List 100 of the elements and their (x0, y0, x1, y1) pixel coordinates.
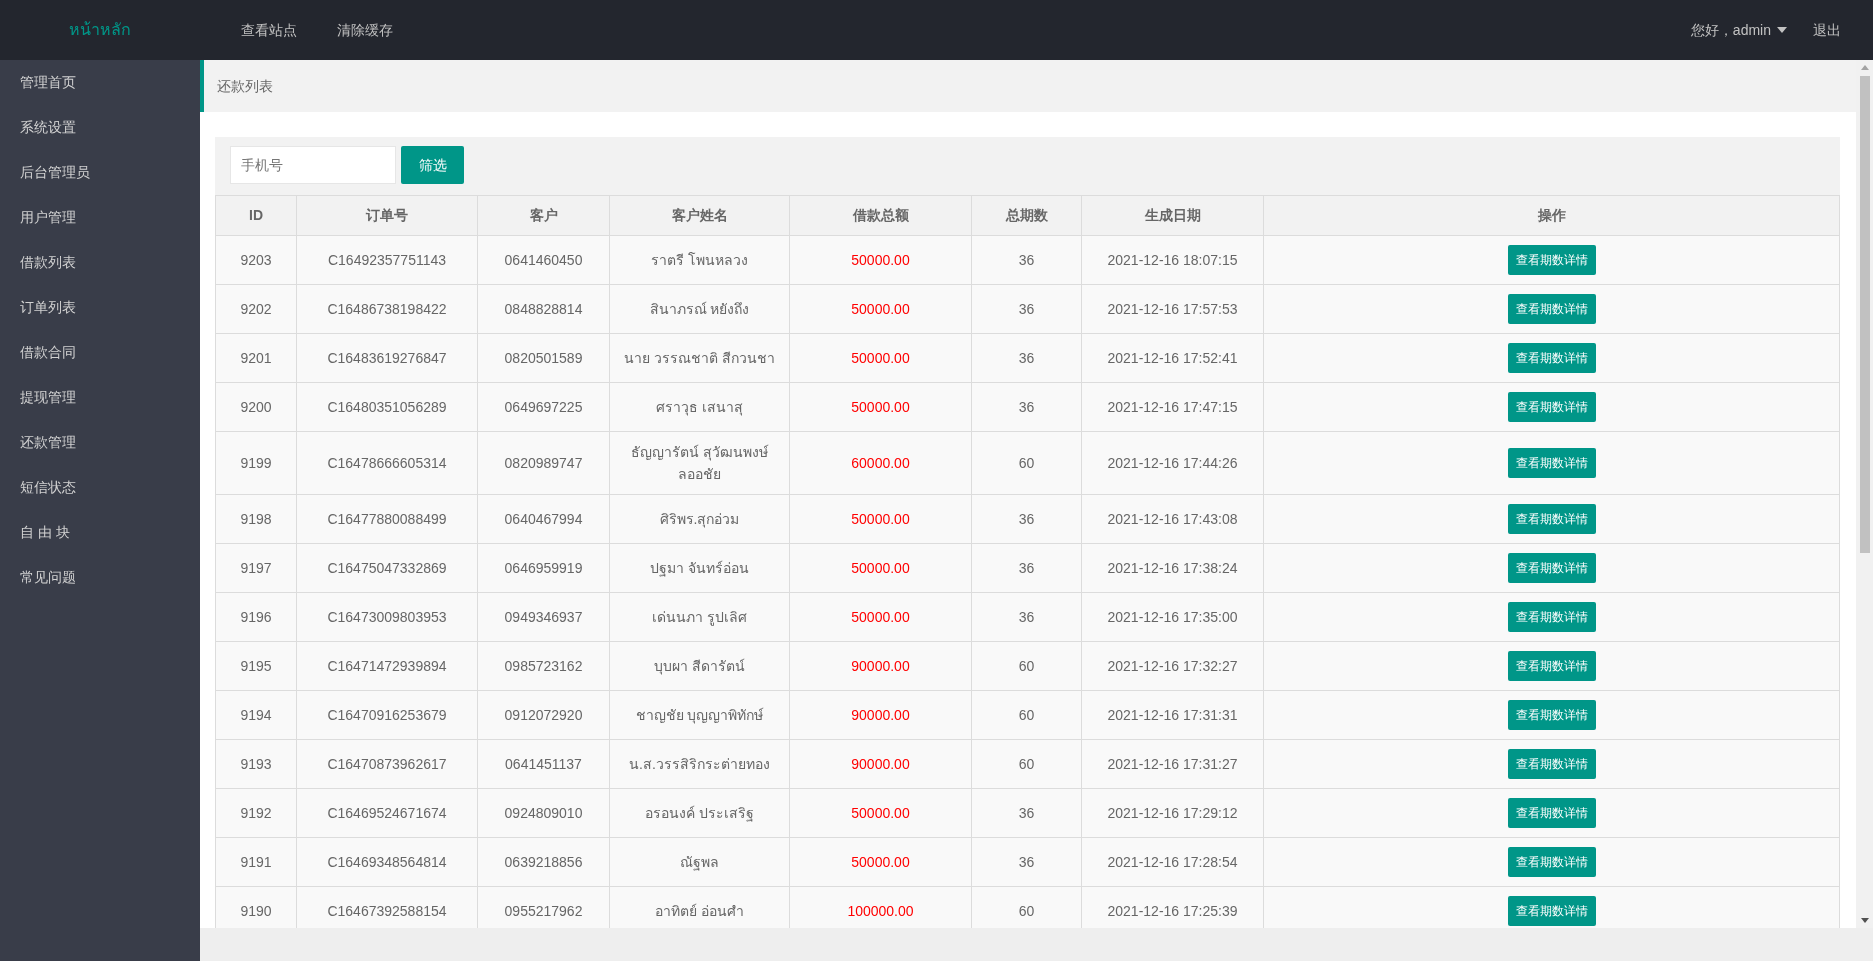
sidebar-item[interactable]: 用户管理 (0, 195, 200, 240)
sidebar-item[interactable]: 自 由 块 (0, 510, 200, 555)
scrollbar[interactable] (1856, 60, 1873, 928)
table-cell: 2021-12-16 17:29:12 (1081, 788, 1264, 838)
column-header: 订单号 (296, 195, 478, 236)
table-cell: 9200 (215, 382, 297, 432)
table-cell: 0955217962 (477, 886, 610, 928)
table-cell: 2021-12-16 18:07:15 (1081, 235, 1264, 285)
table-cell: 90000.00 (789, 641, 972, 691)
logout-link[interactable]: 退出 (1801, 0, 1853, 60)
sidebar-item[interactable]: 借款列表 (0, 240, 200, 285)
sidebar-item[interactable]: 还款管理 (0, 420, 200, 465)
column-header: 客户姓名 (609, 195, 790, 236)
table-cell: 0924809010 (477, 788, 610, 838)
nav-link[interactable]: 查看站点 (221, 0, 317, 60)
filter-button[interactable]: 筛选 (401, 146, 464, 184)
table-cell: C16477880088499 (296, 494, 478, 544)
table-cell: 9202 (215, 284, 297, 334)
column-header: 借款总额 (789, 195, 972, 236)
view-details-button[interactable]: 查看期数详情 (1507, 847, 1596, 877)
table-cell: 36 (971, 788, 1082, 838)
table-cell: 90000.00 (789, 690, 972, 740)
table-cell: อรอนงค์ ประเสริฐ (609, 788, 790, 838)
table-cell: 50000.00 (789, 284, 972, 334)
view-details-button[interactable]: 查看期数详情 (1507, 343, 1596, 373)
sidebar-item[interactable]: 系统设置 (0, 105, 200, 150)
nav-link[interactable]: 清除缓存 (317, 0, 413, 60)
sidebar-item[interactable]: 常见问题 (0, 555, 200, 600)
table-cell: อาทิตย์ อ่อนศำ (609, 886, 790, 928)
table-cell: 36 (971, 333, 1082, 383)
table-cell: 9191 (215, 837, 297, 887)
scrollbar-thumb[interactable] (1859, 76, 1870, 553)
sidebar-item[interactable]: 订单列表 (0, 285, 200, 330)
table-cell: 2021-12-16 17:32:27 (1081, 641, 1264, 691)
table-cell: C16471472939894 (296, 641, 478, 691)
view-details-button[interactable]: 查看期数详情 (1507, 448, 1596, 478)
table-cell: 36 (971, 284, 1082, 334)
table-cell: C16475047332869 (296, 543, 478, 593)
sidebar-item[interactable]: 后台管理员 (0, 150, 200, 195)
view-details-button[interactable]: 查看期数详情 (1507, 553, 1596, 583)
table-cell: 0820989747 (477, 431, 610, 495)
sidebar-item[interactable]: 借款合同 (0, 330, 200, 375)
table-cell: 50000.00 (789, 333, 972, 383)
table-cell: 2021-12-16 17:47:15 (1081, 382, 1264, 432)
view-details-button[interactable]: 查看期数详情 (1507, 504, 1596, 534)
table-cell: ปฐมา จันทร์อ่อน (609, 543, 790, 593)
view-details-button[interactable]: 查看期数详情 (1507, 749, 1596, 779)
table-cell: 9197 (215, 543, 297, 593)
scroll-down-icon[interactable] (1860, 918, 1869, 923)
view-details-button[interactable]: 查看期数详情 (1507, 896, 1596, 926)
table-cell: C16478666605314 (296, 431, 478, 495)
table-cell: 9194 (215, 690, 297, 740)
user-menu[interactable]: 您好，admin (1676, 0, 1801, 60)
table-cell: 2021-12-16 17:43:08 (1081, 494, 1264, 544)
logo-link[interactable]: หน้าหลัก (69, 18, 131, 42)
table-cell: 9193 (215, 739, 297, 789)
table-cell: สินาภรณ์ หยังถึง (609, 284, 790, 334)
view-details-button[interactable]: 查看期数详情 (1507, 700, 1596, 730)
table-cell: 36 (971, 494, 1082, 544)
column-header: 操作 (1263, 195, 1840, 236)
table-cell: C16483619276847 (296, 333, 478, 383)
table-cell: 36 (971, 837, 1082, 887)
table-cell: 9198 (215, 494, 297, 544)
table-cell: เด่นนภา รูปเลิศ (609, 592, 790, 642)
table-cell: ชาญชัย บุญญาพิทักษ์ (609, 690, 790, 740)
table-cell: 50000.00 (789, 235, 972, 285)
view-details-button[interactable]: 查看期数详情 (1507, 602, 1596, 632)
view-details-button[interactable]: 查看期数详情 (1507, 798, 1596, 828)
table-cell: ศราวุธ เสนาสุ (609, 382, 790, 432)
table-cell: 50000.00 (789, 382, 972, 432)
view-details-button[interactable]: 查看期数详情 (1507, 392, 1596, 422)
table-cell: 2021-12-16 17:44:26 (1081, 431, 1264, 495)
sidebar-item[interactable]: 管理首页 (0, 60, 200, 105)
scroll-up-icon[interactable] (1860, 65, 1869, 70)
table-cell: 50000.00 (789, 543, 972, 593)
table-cell: 0641460450 (477, 235, 610, 285)
phone-input[interactable]: 手机号 (230, 146, 396, 184)
column-header: ID (215, 195, 297, 236)
table-cell: C16470916253679 (296, 690, 478, 740)
column-header: 总期数 (971, 195, 1082, 236)
table-cell: 90000.00 (789, 739, 972, 789)
table-cell: บุบผา สีดารัตน์ (609, 641, 790, 691)
table-cell: น.ส.วรรสิริกระต่ายทอง (609, 739, 790, 789)
table-cell: 9190 (215, 886, 297, 928)
table-cell: C16470873962617 (296, 739, 478, 789)
view-details-button[interactable]: 查看期数详情 (1507, 651, 1596, 681)
table-cell: ศิริพร.สุกอ่วม (609, 494, 790, 544)
sidebar-item[interactable]: 短信状态 (0, 465, 200, 510)
table-cell: 36 (971, 382, 1082, 432)
table-cell: ณัฐพล (609, 837, 790, 887)
table-cell: 36 (971, 235, 1082, 285)
view-details-button[interactable]: 查看期数详情 (1507, 294, 1596, 324)
table-cell: 9199 (215, 431, 297, 495)
sidebar-item[interactable]: 提现管理 (0, 375, 200, 420)
view-details-button[interactable]: 查看期数详情 (1507, 245, 1596, 275)
table-cell: C16473009803953 (296, 592, 478, 642)
table-cell: 0641451137 (477, 739, 610, 789)
table-cell: 0848828814 (477, 284, 610, 334)
table-cell: ธัญญารัตน์ สุวัฒนพงษ์ลออชัย (609, 431, 790, 495)
column-header: 生成日期 (1081, 195, 1264, 236)
